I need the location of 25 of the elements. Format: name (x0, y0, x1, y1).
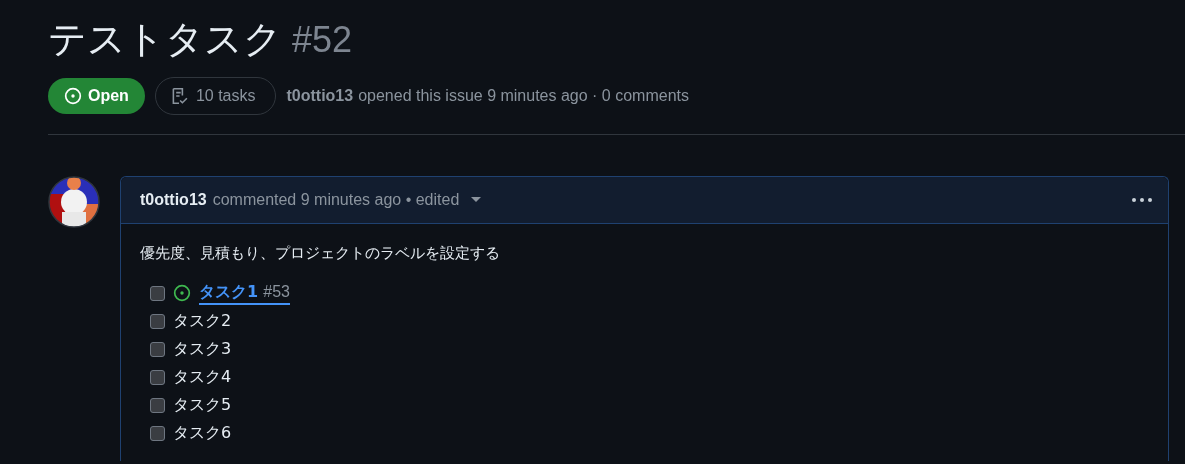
checkbox[interactable] (150, 369, 165, 385)
task-label: タスク2 (173, 310, 232, 332)
checkbox[interactable] (150, 425, 165, 441)
checkbox[interactable] (150, 341, 165, 357)
comment-text: 優先度、見積もり、プロジェクトのラベルを設定する (140, 244, 501, 263)
author-link[interactable]: t0ottio13 (286, 87, 354, 105)
task-label: タスク5 (173, 394, 232, 416)
comment-meta: commented 9 minutes ago • edited (212, 191, 460, 209)
checkbox[interactable] (150, 285, 165, 301)
task-label: タスク4 (173, 366, 232, 388)
checkbox[interactable] (150, 397, 165, 413)
more-icon[interactable] (1132, 198, 1152, 202)
task-label: タスク6 (173, 422, 232, 444)
checkbox[interactable] (150, 313, 165, 329)
issue-meta: opened this issue 9 minutes ago · 0 comments (358, 87, 689, 105)
avatar[interactable] (48, 176, 100, 228)
status-badge: Open (48, 78, 145, 114)
open-issue-icon (173, 284, 191, 302)
issue-number: #52 (292, 19, 353, 61)
caret-icon[interactable] (471, 197, 482, 203)
open-issue-icon (64, 87, 82, 105)
issue-link[interactable]: タスク1 #53 (199, 281, 290, 305)
comment-author[interactable]: t0ottio13 (140, 191, 207, 209)
task-label: タスク3 (173, 338, 232, 360)
issue-title: テストタスク (48, 16, 282, 63)
